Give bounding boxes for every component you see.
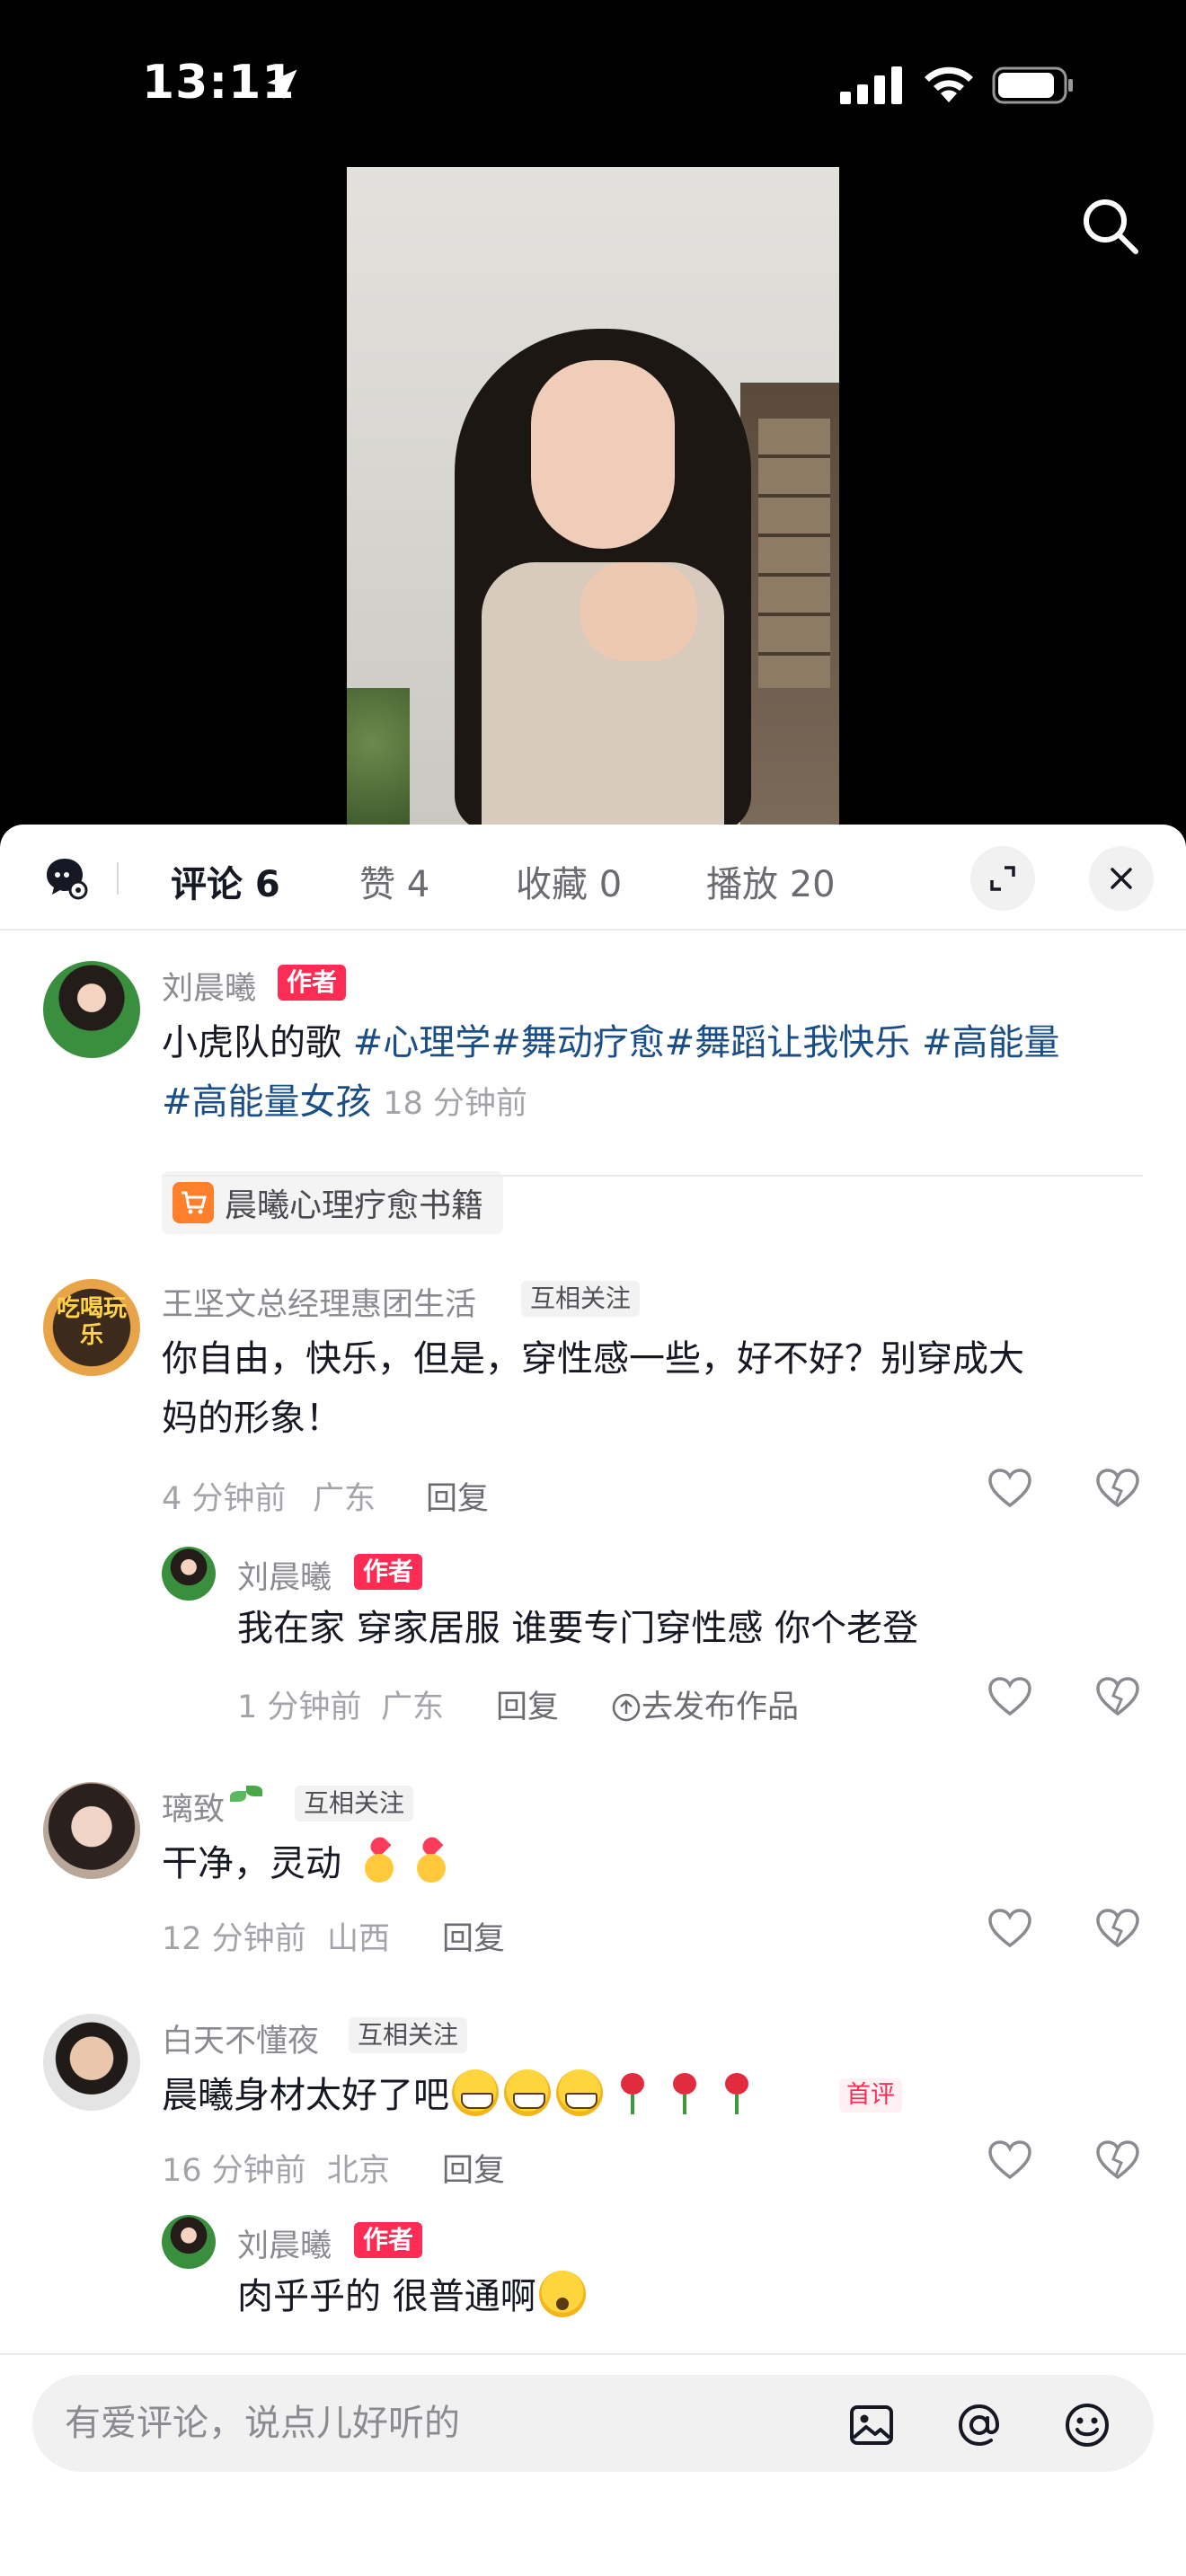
post-text: 小虎队的歌 <box>162 1022 353 1063</box>
search-icon[interactable] <box>1076 192 1143 259</box>
post-text-line2: #高能量女孩 18 分钟前 <box>162 1072 527 1134</box>
emoji-icon[interactable] <box>1062 2400 1112 2450</box>
comment-time: 16 分钟前 <box>162 2153 306 2189</box>
shop-link[interactable]: 晨曦心理疗愈书籍 <box>162 1171 504 1234</box>
video-plant <box>347 688 410 825</box>
comment-time: 12 分钟前 <box>162 1921 306 1957</box>
comment-location: 广东 <box>313 1481 376 1517</box>
comment-text: 干净，灵动 <box>162 1834 457 1893</box>
first-comment-badge: 首评 <box>839 2078 902 2113</box>
post-divider <box>162 1175 1143 1177</box>
heart-icon[interactable] <box>987 1674 1033 1721</box>
comment-username[interactable]: 刘晨曦 <box>237 1552 332 1598</box>
avatar[interactable] <box>162 2215 216 2269</box>
comment-username[interactable]: 王坚文总经理惠团生活 <box>162 1279 476 1325</box>
comment-input-box[interactable] <box>32 2375 1154 2472</box>
grin-emoji <box>556 2069 603 2116</box>
tab-favorites[interactable]: 收藏 0 <box>516 855 622 907</box>
reply-button[interactable]: 回复 <box>442 1913 505 1959</box>
tab-comments[interactable]: 评论 6 <box>171 855 280 907</box>
location-arrow-icon <box>267 69 297 100</box>
shocked-emoji <box>538 2271 586 2317</box>
video-player[interactable] <box>347 167 839 825</box>
reply-button[interactable]: 回复 <box>426 1473 489 1519</box>
close-button[interactable] <box>1089 846 1154 911</box>
author-badge: 作者 <box>278 965 347 1001</box>
at-icon[interactable] <box>954 2400 1005 2450</box>
tab-likes[interactable]: 赞 4 <box>359 855 429 907</box>
mutual-follow-badge: 互相关注 <box>521 1281 641 1317</box>
heart-hands-emoji <box>408 1838 455 1884</box>
comment-time: 4 分钟前 <box>162 1481 287 1517</box>
sprout-emoji <box>225 1784 268 1827</box>
reply-time: 1 分钟前 <box>237 1689 362 1725</box>
avatar[interactable] <box>43 961 140 1058</box>
heart-icon[interactable] <box>987 2138 1033 2184</box>
rose-emoji <box>660 2069 707 2116</box>
publish-work-button[interactable]: 去发布作品 <box>611 1681 799 1727</box>
status-bar: 13:11 <box>0 0 1186 171</box>
post-hashtag[interactable]: #高能量女孩 <box>162 1081 372 1123</box>
comment-location: 北京 <box>327 2153 391 2189</box>
mutual-follow-badge: 互相关注 <box>349 2017 468 2053</box>
chat-settings-icon[interactable] <box>43 855 88 900</box>
reply-text: 肉乎乎的 很普通啊 <box>237 2267 589 2326</box>
dislike-icon[interactable] <box>1094 2138 1141 2184</box>
tab-plays[interactable]: 播放 20 <box>706 855 836 907</box>
expand-icon <box>990 866 1015 891</box>
video-person-hand <box>580 562 697 661</box>
comment-tabbar: 评论 6 赞 4 收藏 0 播放 20 <box>0 825 1186 931</box>
cart-icon <box>173 1182 214 1223</box>
image-icon[interactable] <box>846 2400 897 2450</box>
upload-icon <box>612 1693 641 1722</box>
comment-location: 山西 <box>327 1921 391 1957</box>
rose-emoji <box>608 2069 655 2116</box>
comment-username[interactable]: 璃致 <box>162 1784 268 1830</box>
heart-icon[interactable] <box>987 1906 1033 1953</box>
reply-button[interactable]: 回复 <box>442 2145 505 2191</box>
comment-input-bar <box>0 2353 1186 2576</box>
comment-username[interactable]: 刘晨曦 <box>237 2220 332 2266</box>
signal-icon <box>840 66 902 104</box>
video-bookshelf <box>758 419 830 688</box>
shop-label: 晨曦心理疗愈书籍 <box>225 1187 484 1224</box>
author-badge: 作者 <box>354 1554 423 1590</box>
comment-username[interactable]: 白天不懂夜 <box>162 2016 319 2061</box>
comment-panel: 评论 6 赞 4 收藏 0 播放 20 刘晨曦 作者 小虎队的歌 #心理学#舞动… <box>0 825 1186 2576</box>
avatar[interactable]: 吃喝玩乐 <box>43 1279 140 1376</box>
post-text-line1: 小虎队的歌 #心理学#舞动疗愈#舞蹈让我快乐 #高能量 <box>162 1013 1060 1072</box>
reply-text: 我在家 穿家居服 谁要专门穿性感 你个老登 <box>237 1608 919 1649</box>
rose-emoji <box>712 2069 759 2116</box>
author-badge: 作者 <box>354 2222 423 2258</box>
reply-button[interactable]: 回复 <box>496 1681 559 1727</box>
reply-location: 广东 <box>381 1689 445 1725</box>
dislike-icon[interactable] <box>1094 1466 1141 1513</box>
avatar[interactable] <box>43 1782 140 1879</box>
battery-icon <box>992 66 1073 104</box>
comment-input[interactable] <box>65 2393 801 2454</box>
post-time: 18 分钟前 <box>383 1086 527 1122</box>
grin-emoji <box>452 2069 499 2116</box>
dislike-icon[interactable] <box>1094 1906 1141 1953</box>
comment-username[interactable]: 刘晨曦 <box>162 963 256 1009</box>
heart-icon[interactable] <box>987 1466 1033 1513</box>
video-person-face <box>531 360 675 549</box>
comment-text-line1: 你自由，快乐，但是，穿性感一些，好不好？别穿成大 <box>162 1338 1024 1380</box>
dislike-icon[interactable] <box>1094 1674 1141 1721</box>
post-hashtags[interactable]: #心理学#舞动疗愈#舞蹈让我快乐 #高能量 <box>353 1022 1060 1063</box>
comment-text-line2: 妈的形象！ <box>162 1398 341 1439</box>
comment-text: 晨曦身材太好了吧 <box>162 2066 762 2125</box>
wifi-icon <box>925 66 973 102</box>
mutual-follow-badge: 互相关注 <box>295 1786 414 1822</box>
avatar[interactable] <box>43 2014 140 2111</box>
grin-emoji <box>504 2069 551 2116</box>
avatar[interactable] <box>162 1547 216 1601</box>
heart-hands-emoji <box>356 1838 403 1884</box>
close-icon <box>1111 868 1132 889</box>
expand-button[interactable] <box>970 846 1035 911</box>
tab-separator <box>117 862 119 895</box>
